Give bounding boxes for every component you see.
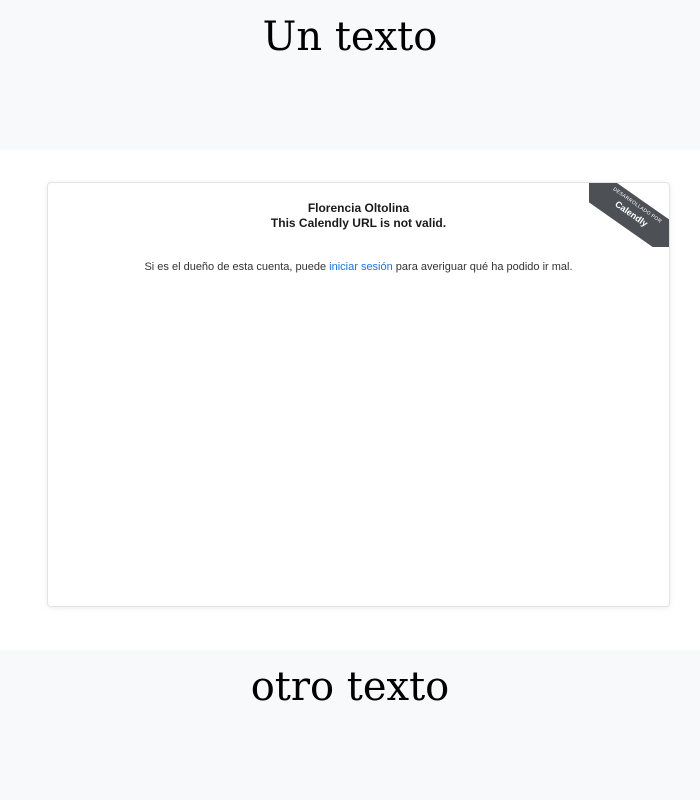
calendly-card: Florencia Oltolina This Calendly URL is … <box>47 182 670 607</box>
top-section: Un texto <box>0 0 700 150</box>
top-heading: Un texto <box>262 14 438 60</box>
calendly-embed-section: Florencia Oltolina This Calendly URL is … <box>0 150 700 650</box>
message-after: para averiguar qué ha podido ir mal. <box>392 261 573 273</box>
login-link[interactable]: iniciar sesión <box>329 261 393 273</box>
bottom-section: otro texto <box>0 650 700 800</box>
error-title: This Calendly URL is not valid. <box>270 216 447 230</box>
owner-name: Florencia Oltolina <box>307 201 410 215</box>
ribbon-band[interactable]: DESARROLLADO POR Calendly <box>589 183 669 247</box>
message-before: Si es el dueño de esta cuenta, puede <box>144 261 330 273</box>
powered-by-ribbon[interactable]: DESARROLLADO POR Calendly <box>589 183 669 247</box>
error-message: Si es el dueño de esta cuenta, puede ini… <box>48 261 669 273</box>
bottom-heading: otro texto <box>250 664 450 710</box>
